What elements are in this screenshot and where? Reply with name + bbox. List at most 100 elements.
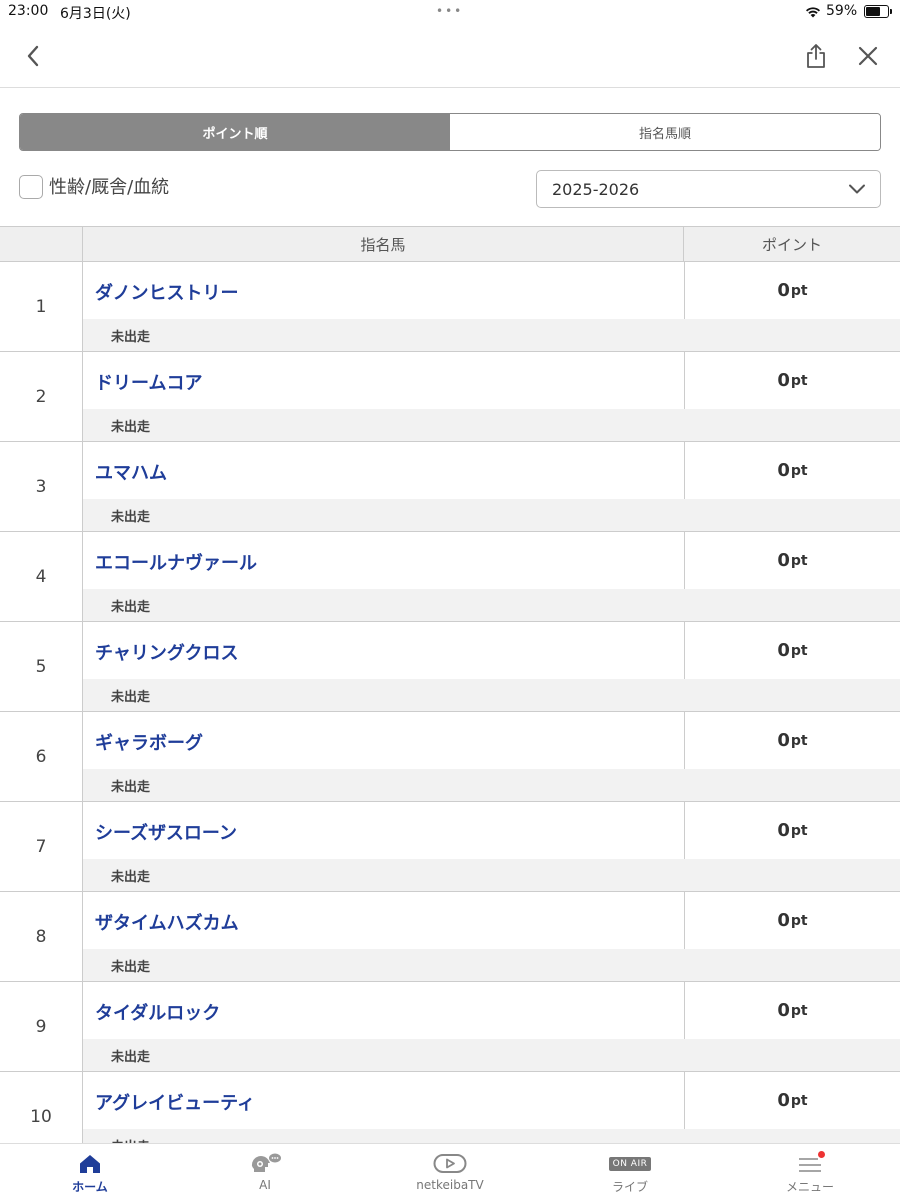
tab-horse-order[interactable]: 指名馬順 — [450, 114, 880, 150]
horse-name-link[interactable]: タイダルロック — [95, 999, 220, 1025]
onair-badge-icon: ON AIR — [608, 1157, 652, 1171]
horse-name-link[interactable]: ザタイムハズカム — [95, 909, 239, 935]
points-value: 0 — [777, 730, 790, 751]
header-point: ポイント — [761, 236, 822, 254]
page: 23:00 6月3日(火) ••• 59% ポイント順 指名馬順 性齢/厩舎/血… — [0, 0, 900, 1200]
tabbar-netkeibatv[interactable]: netkeibaTV — [390, 1144, 510, 1200]
tabbar-menu-label: メニュー — [785, 1180, 834, 1194]
points-cell: 0 pt — [684, 1072, 900, 1129]
tv-play-icon — [433, 1154, 467, 1173]
race-status-row: 未出走 — [83, 769, 900, 801]
tabbar-ai-label: AI — [259, 1178, 271, 1192]
detail-checkbox-label[interactable]: 性齢/厩舎/血統 — [49, 175, 169, 201]
horse-name-link[interactable]: チャリングクロス — [95, 639, 238, 665]
table-row: 2 ドリームコア 0 pt 未出走 — [0, 352, 900, 442]
horse-name-link[interactable]: ダノンヒストリー — [95, 279, 238, 305]
row-rank: 8 — [0, 892, 83, 981]
race-status: 未出走 — [111, 510, 151, 525]
points-value: 0 — [777, 1000, 790, 1021]
close-button[interactable] — [853, 41, 883, 71]
tabbar-live[interactable]: ON AIR ライブ — [570, 1144, 690, 1200]
table-body: 1 ダノンヒストリー 0 pt 未出走 2 ドリームコア 0 pt 未出走 3 ユマハム 0 pt 未出走 4… — [0, 262, 900, 1144]
tabbar-home[interactable]: ホーム — [30, 1144, 150, 1200]
race-status: 未出走 — [111, 690, 151, 705]
horse-name-link[interactable]: シーズザスローン — [95, 819, 237, 845]
share-button[interactable] — [801, 41, 831, 71]
nav-bar — [0, 24, 900, 88]
points-cell: 0 pt — [684, 352, 900, 409]
points-unit: pt — [790, 912, 808, 929]
points-cell: 0 pt — [684, 442, 900, 499]
bottom-tab-bar: ホーム AI netkeibaTV ON AIR ライブ メニュー — [0, 1143, 900, 1200]
chevron-left-icon — [27, 45, 39, 67]
points-cell: 0 pt — [684, 532, 900, 589]
points-cell: 0 pt — [684, 712, 900, 769]
horse-name-link[interactable]: ギャラボーグ — [95, 729, 203, 755]
season-select[interactable]: 2025-2026 — [536, 170, 881, 208]
table-row: 4 エコールナヴァール 0 pt 未出走 — [0, 532, 900, 622]
battery-icon — [864, 5, 892, 18]
points-unit: pt — [790, 732, 808, 749]
tabbar-home-label: ホーム — [72, 1180, 108, 1194]
points-value: 0 — [777, 640, 790, 661]
status-time: 23:00 — [8, 3, 49, 19]
horse-name-link[interactable]: ユマハム — [95, 459, 167, 485]
points-value: 0 — [777, 1090, 790, 1111]
table-row: 7 シーズザスローン 0 pt 未出走 — [0, 802, 900, 892]
points-value: 0 — [777, 820, 790, 841]
row-rank: 7 — [0, 802, 83, 891]
tabbar-menu[interactable]: メニュー — [750, 1144, 870, 1200]
table-row: 1 ダノンヒストリー 0 pt 未出走 — [0, 262, 900, 352]
close-icon — [858, 46, 878, 66]
share-icon — [807, 44, 825, 68]
race-status-row: 未出走 — [83, 1129, 900, 1144]
row-rank: 1 — [0, 262, 83, 351]
points-value: 0 — [777, 910, 790, 931]
race-status-row: 未出走 — [83, 949, 900, 981]
tabbar-live-label: ライブ — [611, 1180, 648, 1194]
back-button[interactable] — [18, 41, 48, 71]
home-icon — [80, 1155, 100, 1173]
points-unit: pt — [790, 1002, 808, 1019]
points-table: 指名馬 ポイント 1 ダノンヒストリー 0 pt 未出走 2 ドリームコア 0 pt 未出走 3 ユマ… — [0, 226, 900, 1144]
row-rank: 5 — [0, 622, 83, 711]
points-cell: 0 pt — [684, 262, 900, 319]
horse-name-link[interactable]: エコールナヴァール — [95, 549, 257, 575]
row-rank: 9 — [0, 982, 83, 1071]
ai-brain-icon — [251, 1153, 281, 1172]
row-rank: 4 — [0, 532, 83, 621]
race-status: 未出走 — [111, 330, 151, 345]
tabbar-ai[interactable]: AI — [205, 1144, 325, 1200]
horse-name-link[interactable]: ドリームコア — [95, 369, 202, 395]
table-row: 10 アグレイビューティ 0pt未出走 — [0, 1072, 900, 1144]
points-value: 0 — [777, 370, 790, 391]
multitask-dots-icon[interactable]: ••• — [436, 4, 463, 18]
hamburger-menu-icon — [799, 1158, 821, 1172]
points-unit: pt — [790, 552, 808, 569]
points-unit: pt — [790, 372, 808, 389]
battery-percent: 59% — [826, 3, 858, 19]
table-row: 5 チャリングクロス 0 pt 未出走 — [0, 622, 900, 712]
table-row: 6 ギャラボーグ 0 pt 未出走 — [0, 712, 900, 802]
tab-point-order[interactable]: ポイント順 — [20, 114, 450, 150]
points-cell: 0 pt — [684, 982, 900, 1039]
race-status-row: 未出走 — [83, 859, 900, 891]
header-horse: 指名馬 — [83, 227, 684, 262]
horse-name-link[interactable]: アグレイビューティ — [95, 1089, 255, 1115]
notification-dot — [818, 1151, 825, 1158]
row-rank: 10 — [0, 1072, 83, 1144]
table-row: 9 タイダルロック 0 pt 未出走 — [0, 982, 900, 1072]
detail-checkbox[interactable] — [19, 175, 43, 199]
season-select-value: 2025-2026 — [552, 180, 640, 199]
points-unit: pt — [790, 822, 808, 839]
row-rank: 3 — [0, 442, 83, 531]
points-cell: 0 pt — [684, 802, 900, 859]
race-status-row: 未出走 — [83, 499, 900, 531]
race-status-row: 未出走 — [83, 1039, 900, 1071]
race-status: 未出走 — [111, 870, 151, 885]
points-cell: 0 pt — [684, 892, 900, 949]
points-value: 0 — [777, 550, 790, 571]
table-header: 指名馬 ポイント — [0, 227, 900, 262]
points-unit: pt — [790, 462, 808, 479]
race-status-row: 未出走 — [83, 589, 900, 621]
